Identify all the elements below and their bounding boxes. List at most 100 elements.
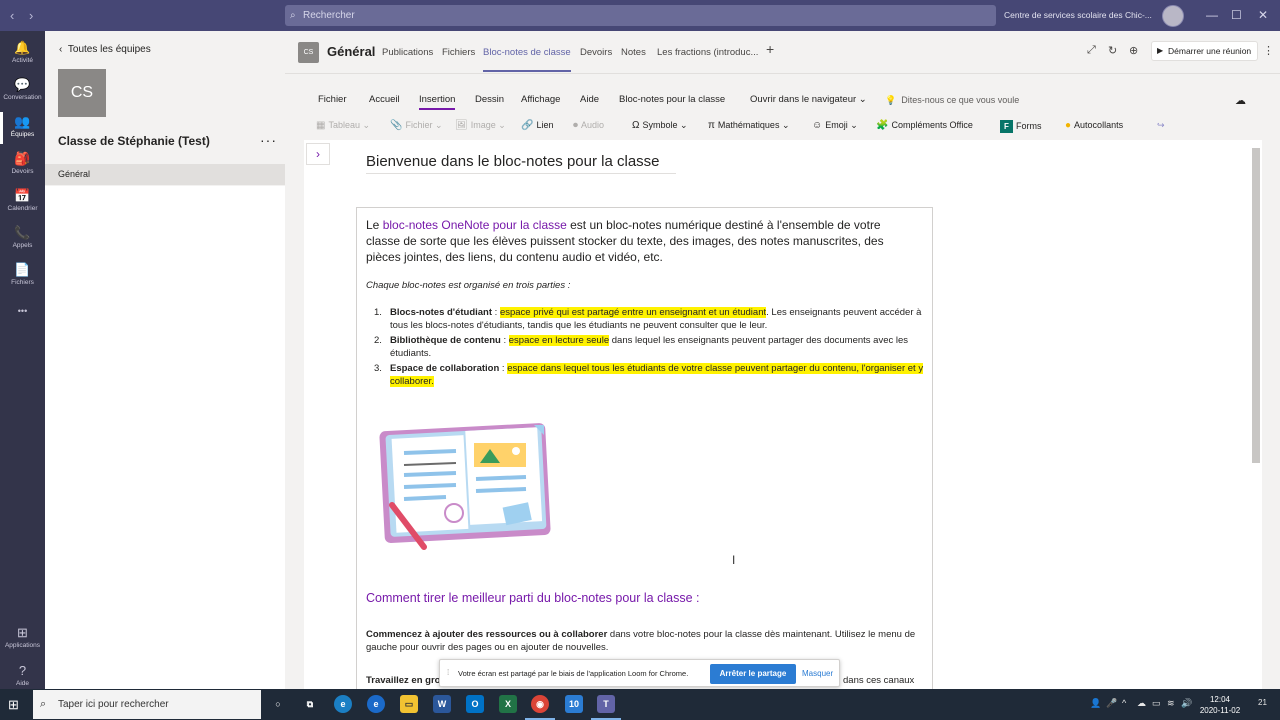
notifications-icon[interactable]: 21	[1258, 698, 1267, 707]
hide-banner-button[interactable]: Masquer	[802, 669, 833, 678]
stop-sharing-button[interactable]: Arrêter le partage	[710, 664, 796, 684]
back-nav-icon[interactable]: ‹	[10, 8, 14, 23]
taskbar-search-input[interactable]: ⌕ Taper ici pour rechercher	[33, 690, 261, 719]
text-cursor-icon: I	[732, 553, 736, 567]
redo-icon[interactable]: ↪	[1157, 120, 1165, 131]
ribbon-tab-insert[interactable]: Insertion	[419, 94, 456, 110]
expand-icon[interactable]: ⤢	[1087, 44, 1096, 57]
channel-item-general[interactable]: Général	[45, 164, 285, 185]
teams-taskbar-icon[interactable]: T	[591, 695, 621, 720]
tab-assignments[interactable]: Devoirs	[580, 47, 612, 58]
channel-avatar: CS	[298, 42, 319, 63]
task-view-icon[interactable]: ⧉	[301, 695, 319, 713]
insert-image-button[interactable]: 🖼 Image ⌄	[455, 120, 506, 131]
insert-link-button[interactable]: 🔗 Lien	[521, 120, 553, 131]
windows-start-icon[interactable]: ⊞	[8, 697, 19, 713]
team-more-icon[interactable]: ···	[260, 132, 277, 148]
wifi-icon[interactable]: ≋	[1167, 698, 1175, 709]
insert-symbol-button[interactable]: Ω Symbole ⌄	[632, 120, 688, 131]
apps-icon: ⊞	[17, 625, 28, 640]
notebook-parts-list: 1. Blocs-notes d'étudiant : espace privé …	[374, 306, 926, 389]
maximize-icon[interactable]: ☐	[1231, 8, 1242, 22]
ribbon-tab-class-notebook[interactable]: Bloc-notes pour la classe	[619, 94, 725, 105]
user-avatar[interactable]	[1162, 5, 1184, 27]
tab-fractions[interactable]: Les fractions (introduc...	[657, 47, 758, 58]
search-placeholder: Rechercher	[303, 10, 355, 21]
forms-button[interactable]: F Forms	[1000, 120, 1042, 133]
stickers-button[interactable]: ● Autocollants	[1065, 120, 1123, 131]
rail-item-teams[interactable]: 👥 Équipes	[0, 110, 45, 147]
onedrive-icon[interactable]: ☁	[1137, 698, 1146, 709]
all-teams-link[interactable]: ‹ Toutes les équipes	[59, 44, 151, 55]
insert-file-button[interactable]: 📎 Fichier ⌄	[390, 120, 443, 131]
chevron-up-icon[interactable]: ^	[1122, 698, 1126, 708]
insert-audio-button[interactable]: ⏺ Audio	[573, 120, 604, 131]
insert-table-button[interactable]: ▦ Tableau ⌄	[316, 120, 370, 131]
rail-item-calendar[interactable]: 📅 Calendrier	[0, 184, 45, 221]
page-title[interactable]: Bienvenue dans le bloc-notes pour la cla…	[366, 153, 676, 174]
tab-publications[interactable]: Publications	[382, 47, 433, 58]
rail-item-more[interactable]: •••	[0, 299, 45, 336]
outlook-icon[interactable]: O	[466, 695, 484, 713]
rail-item-files[interactable]: 📄 Fichiers	[0, 258, 45, 295]
tenant-name[interactable]: Centre de services scolaire des Chic-...	[1004, 10, 1152, 20]
notebook-page: › Bienvenue dans le bloc-notes pour la c…	[304, 140, 1262, 689]
system-clock[interactable]: 12:04 2020-11-02	[1197, 694, 1243, 716]
rail-item-assignments[interactable]: 🎒 Devoirs	[0, 147, 45, 184]
insert-math-button[interactable]: π Mathématiques ⌄	[708, 120, 789, 131]
excel-icon[interactable]: X	[499, 695, 517, 713]
rail-item-apps[interactable]: ⊞ Applications	[0, 621, 45, 658]
tab-class-notebook[interactable]: Bloc-notes de classe	[483, 47, 571, 72]
rail-item-calls[interactable]: 📞 Appels	[0, 221, 45, 258]
add-tab-icon[interactable]: +	[766, 41, 774, 57]
notebook-parts-subhead: Chaque bloc-notes est organisé en trois …	[366, 280, 571, 291]
close-icon[interactable]: ✕	[1258, 8, 1268, 22]
page-scrollbar[interactable]	[1252, 148, 1260, 463]
ribbon-tab-view[interactable]: Affichage	[521, 94, 560, 105]
battery-icon[interactable]: ▭	[1152, 698, 1161, 709]
ribbon-tab-home[interactable]: Accueil	[369, 94, 400, 105]
volume-icon[interactable]: 🔊	[1181, 698, 1192, 709]
open-in-browser-button[interactable]: Ouvrir dans le navigateur ⌄	[750, 94, 867, 105]
cortana-icon[interactable]: ○	[269, 695, 287, 713]
edge-icon[interactable]: e	[334, 695, 352, 713]
drag-handle-icon[interactable]: ⁞	[447, 668, 449, 677]
section-heading: Comment tirer le meilleur parti du bloc-…	[366, 591, 700, 605]
tab-grades[interactable]: Notes	[621, 47, 646, 58]
phone-icon: 📞	[14, 225, 31, 240]
forward-nav-icon[interactable]: ›	[29, 8, 33, 23]
files-icon: 📄	[14, 262, 31, 277]
tell-me-input[interactable]: 💡 Dites-nous ce que vous voule	[885, 95, 1019, 106]
ribbon-tab-file[interactable]: Fichier	[318, 94, 347, 105]
person-icon[interactable]: 👤	[1090, 698, 1101, 709]
office-addins-button[interactable]: 🧩 Compléments Office	[876, 120, 973, 131]
refresh-icon[interactable]: ↻	[1108, 44, 1117, 57]
microphone-icon[interactable]: 🎤	[1106, 698, 1117, 709]
rail-item-activity[interactable]: 🔔 Activité	[0, 36, 45, 73]
cloud-sync-icon[interactable]: ☁	[1235, 94, 1246, 107]
start-meeting-button[interactable]: ▶ Démarrer une réunion	[1151, 41, 1258, 61]
search-input[interactable]: ⌕ Rechercher	[285, 5, 996, 26]
video-camera-icon: ▶	[1157, 46, 1164, 55]
chevron-right-icon[interactable]: ›	[306, 143, 330, 165]
help-icon: ?	[18, 663, 27, 678]
list-item: 3. Espace de collaboration : espace dans …	[374, 362, 924, 388]
onenote-link[interactable]: bloc-notes OneNote pour la classe	[383, 218, 567, 232]
chat-icon: 💬	[14, 77, 31, 92]
file-explorer-icon[interactable]: ▭	[400, 695, 418, 713]
ribbon-tab-draw[interactable]: Dessin	[475, 94, 504, 105]
ie-icon[interactable]: e	[367, 695, 385, 713]
link-icon: 🔗	[521, 120, 534, 131]
globe-icon[interactable]: ⊕	[1129, 44, 1138, 57]
word-icon[interactable]: W	[433, 695, 451, 713]
search-icon: ⌕	[290, 10, 296, 21]
chrome-icon[interactable]: ◉	[525, 695, 555, 720]
insert-emoji-button[interactable]: ☺ Emoji ⌄	[812, 120, 858, 131]
rail-item-chat[interactable]: 💬 Conversation	[0, 73, 45, 110]
ribbon-tab-help[interactable]: Aide	[580, 94, 599, 105]
more-options-icon[interactable]: ⋮	[1263, 44, 1274, 57]
tab-files[interactable]: Fichiers	[442, 47, 475, 58]
minimize-icon[interactable]: —	[1206, 8, 1218, 22]
windows-taskbar: ⊞ ⌕ Taper ici pour rechercher ○ ⧉ e e ▭ …	[0, 689, 1280, 720]
vs-code-icon[interactable]: 10	[565, 695, 583, 713]
